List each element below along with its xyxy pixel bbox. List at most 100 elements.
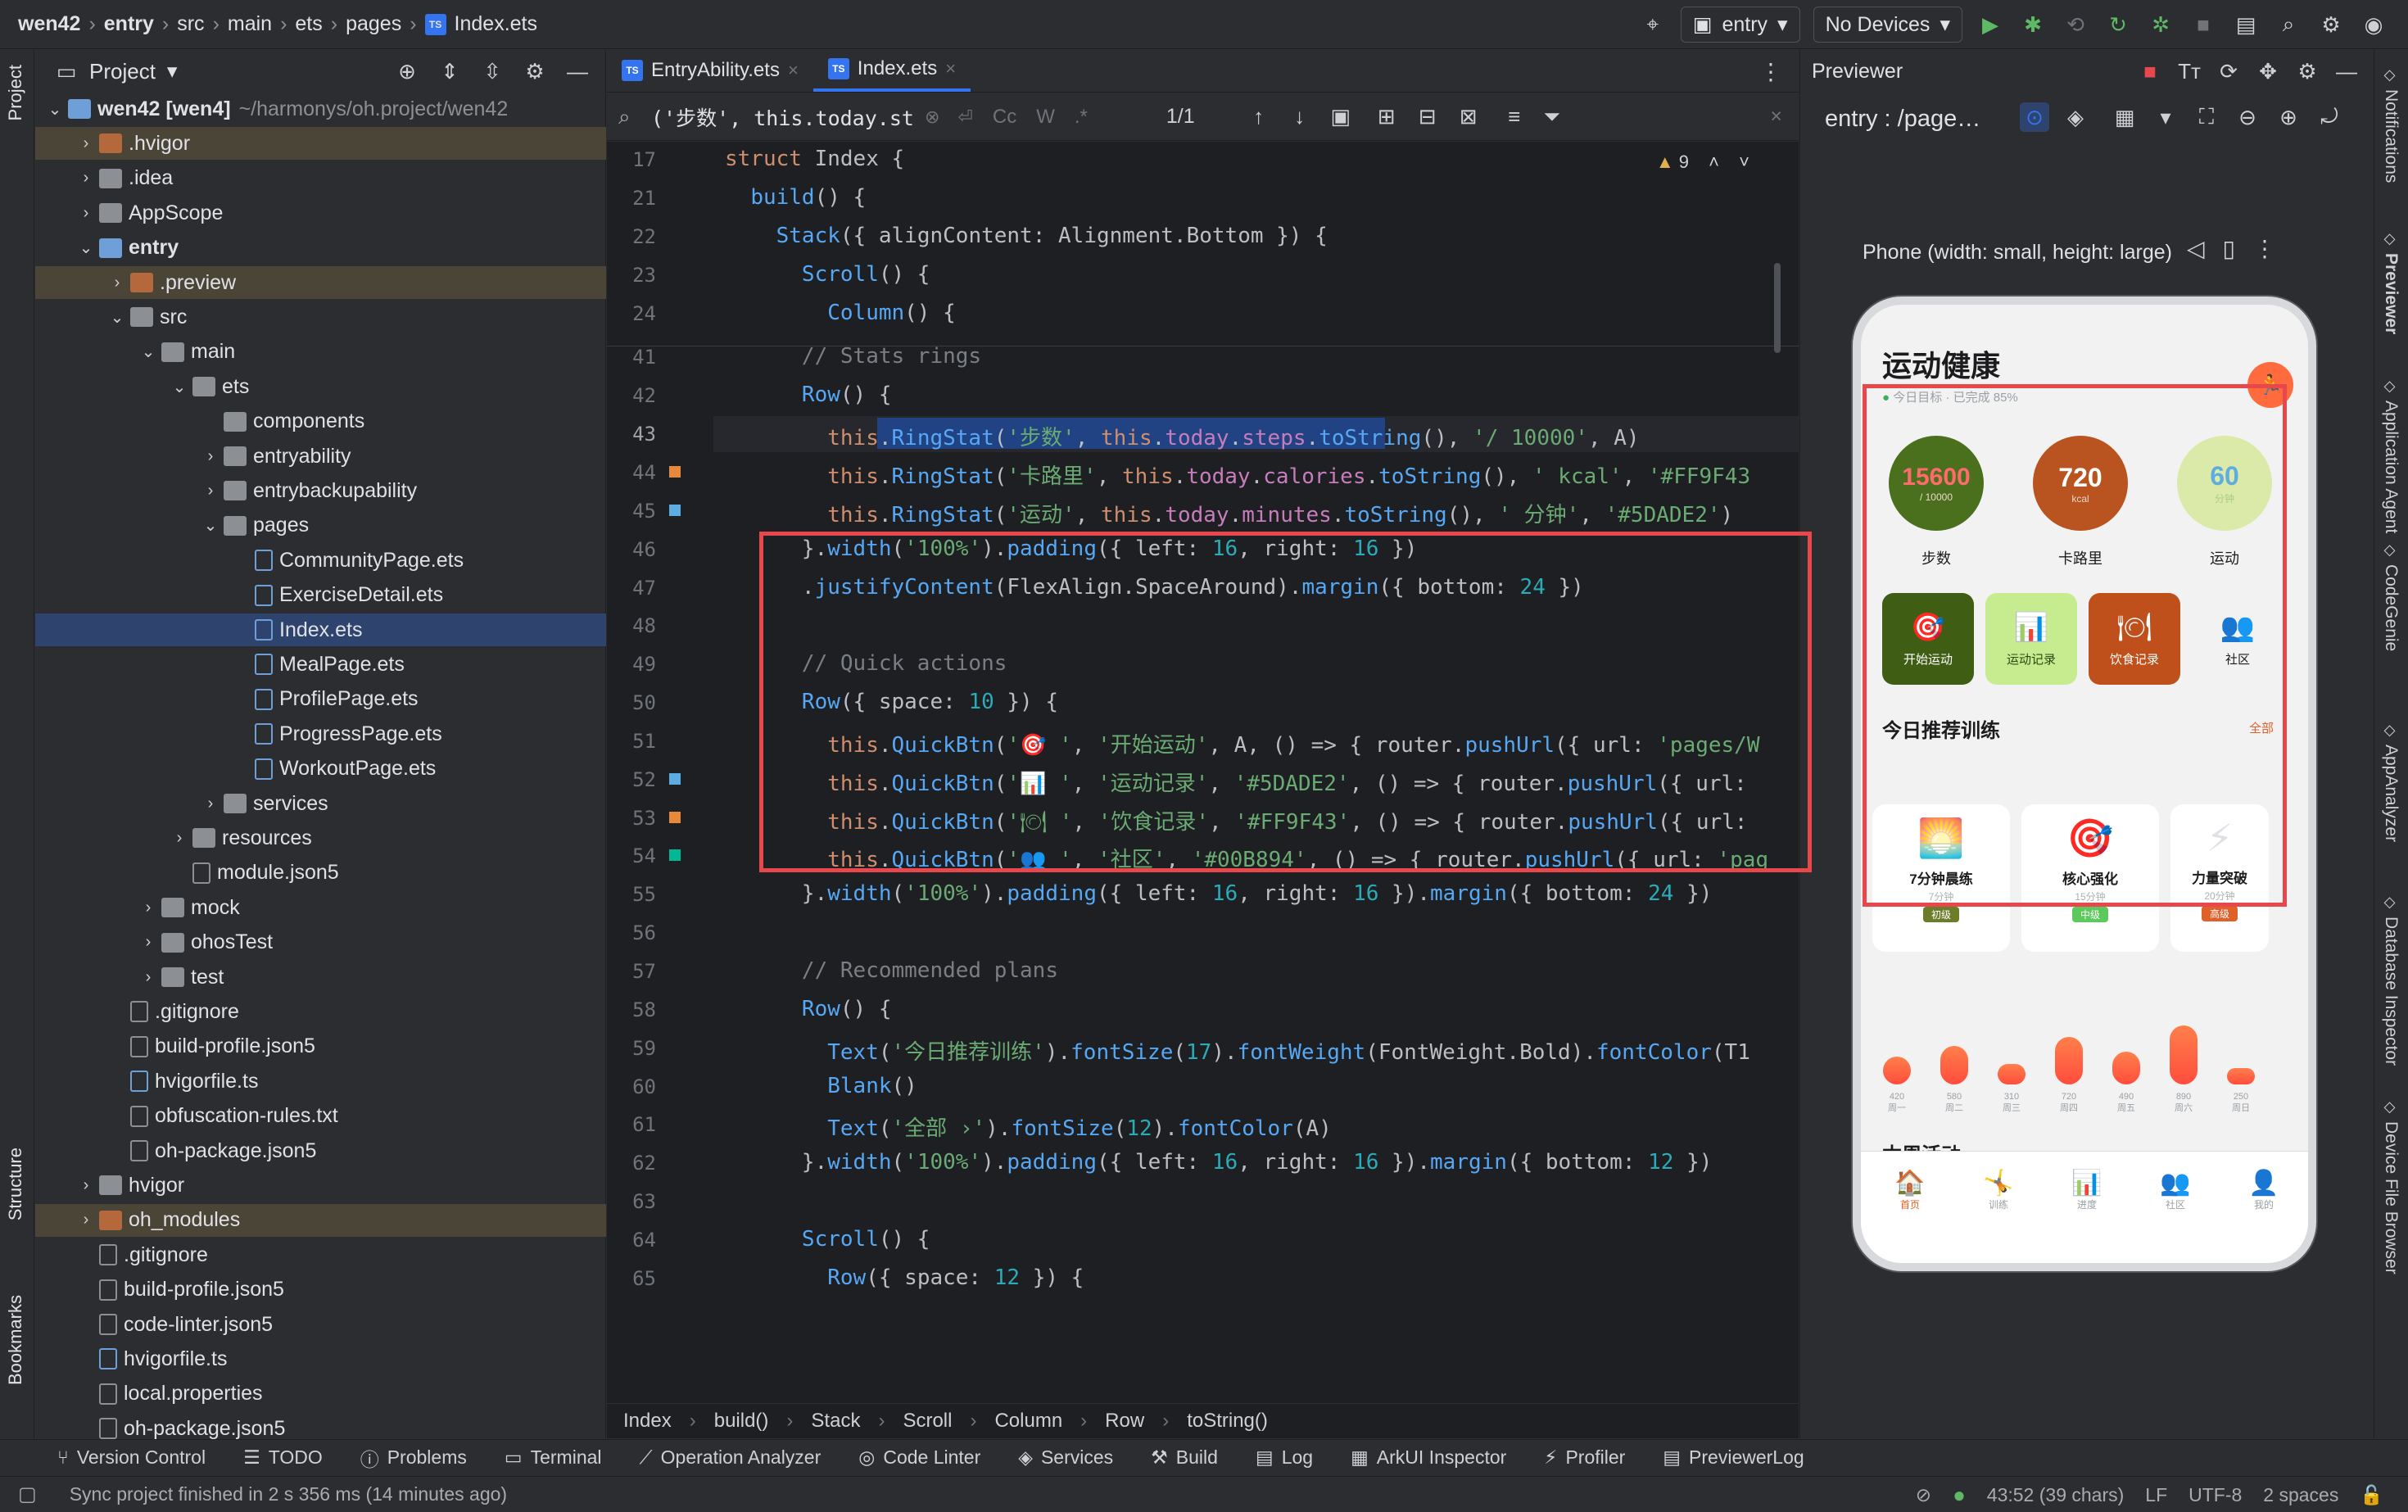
layout-icon[interactable]: ▢ <box>18 1483 37 1506</box>
tree-item[interactable]: oh-package.json5 <box>35 1134 606 1167</box>
stop-icon[interactable]: ■ <box>2188 10 2218 39</box>
arrow-up-icon[interactable]: ↑ <box>1244 102 1274 132</box>
regex-toggle[interactable]: .* <box>1075 106 1088 129</box>
target-icon[interactable]: ⌖ <box>1638 10 1668 39</box>
inspector-toggle-icon[interactable]: ⊙ <box>2020 102 2049 132</box>
code-line[interactable]: Row() { <box>725 997 892 1021</box>
tool-window-terminal[interactable]: ▭ Terminal <box>505 1446 602 1469</box>
chevron-right-icon[interactable]: › <box>76 1176 96 1195</box>
no-power-icon[interactable]: ⊘ <box>1916 1484 1931 1506</box>
hide-icon[interactable]: — <box>2332 57 2361 86</box>
code-line[interactable]: // Stats rings <box>725 344 981 369</box>
tab-bar-item[interactable]: 🤸 训练 <box>1966 1169 2031 1211</box>
tool-window-version-control[interactable]: ⑂ Version Control <box>57 1446 206 1469</box>
chevron-right-icon[interactable]: › <box>76 169 96 188</box>
chevron-down-icon[interactable]: ⌄ <box>107 307 127 328</box>
layers-icon[interactable]: ◈ <box>2061 102 2090 132</box>
close-icon[interactable]: × <box>1770 105 1782 129</box>
tree-item[interactable]: ⌄ entry <box>35 232 606 265</box>
more-icon[interactable]: ⋮ <box>2253 235 2276 262</box>
close-icon[interactable]: × <box>788 60 799 81</box>
code-crumb[interactable]: toString() <box>1187 1410 1268 1433</box>
tree-item[interactable]: code-linter.json5 <box>35 1308 606 1341</box>
rotate-icon[interactable]: ⤾ <box>2315 102 2344 132</box>
tool-tab-device-file-browser[interactable]: Device File Browser <box>2381 1121 2401 1274</box>
tree-item[interactable]: MealPage.ets <box>35 648 606 681</box>
scrollbar-thumb[interactable] <box>1774 263 1781 353</box>
new-line-icon[interactable]: ⏎ <box>957 106 972 128</box>
chevron-right-icon[interactable]: › <box>201 482 220 500</box>
arrow-down-icon[interactable]: ↓ <box>1285 102 1315 132</box>
zoom-in-icon[interactable]: ⊕ <box>2274 102 2303 132</box>
tool-window-operation-analyzer[interactable]: ⟋ Operation Analyzer <box>640 1446 822 1469</box>
zoom-out-icon[interactable]: ⊖ <box>2233 102 2262 132</box>
project-panel-title[interactable]: Project <box>89 59 156 84</box>
tree-item[interactable]: › ohosTest <box>35 926 606 959</box>
whole-words-toggle[interactable]: W <box>1036 106 1055 129</box>
back-icon[interactable]: ◁ <box>2187 235 2205 262</box>
crumb-ets[interactable]: ets <box>295 12 322 36</box>
code-line[interactable]: Text('全部 ›').fontSize(12).fontColor(A) <box>725 1111 1332 1142</box>
attach-icon[interactable]: ⟲ <box>2061 10 2090 39</box>
code-line[interactable]: this.RingStat('运动', this.today.minutes.t… <box>725 498 1733 528</box>
chevron-right-icon[interactable]: › <box>201 794 220 813</box>
stop-icon[interactable]: ■ <box>2135 57 2165 86</box>
chevron-right-icon[interactable]: › <box>138 968 158 987</box>
code-crumb[interactable]: Scroll <box>903 1410 952 1433</box>
find-input[interactable]: ('步数', this.today.steps.to <box>651 102 913 132</box>
tab-index[interactable]: TS Index.ets × <box>812 49 971 92</box>
run-icon[interactable]: ▶ <box>1976 10 2005 39</box>
clear-icon[interactable]: ⊗ <box>925 106 939 128</box>
tree-item[interactable]: CommunityPage.ets <box>35 544 606 577</box>
tree-item[interactable]: ProfilePage.ets <box>35 683 606 716</box>
hide-icon[interactable]: — <box>563 57 592 86</box>
tree-item[interactable]: › .hvigor <box>35 127 606 161</box>
tree-item[interactable]: › entrybackupability <box>35 474 606 507</box>
code-line[interactable]: this.RingStat('卡路里', this.today.calories… <box>725 459 1750 490</box>
debug-icon[interactable]: ✱ <box>2018 10 2048 39</box>
inspect-icon[interactable]: ✥ <box>2253 57 2283 86</box>
warnings-indicator[interactable]: ▲ 9 ˄ ˅ <box>1656 152 1749 173</box>
tree-item[interactable]: WorkoutPage.ets <box>35 753 606 785</box>
indent-setting[interactable]: 2 spaces <box>2263 1484 2338 1506</box>
locate-icon[interactable]: ⊕ <box>392 57 422 86</box>
code-line[interactable]: Row({ space: 12 }) { <box>725 1265 1084 1290</box>
chevron-down-icon[interactable]: ▾ <box>2151 102 2180 132</box>
tool-window-profiler[interactable]: ⚡ Profiler <box>1544 1446 1625 1469</box>
tab-bar-item[interactable]: 📊 进度 <box>2054 1169 2120 1211</box>
crumb-src[interactable]: src <box>177 12 204 36</box>
crumb-pages[interactable]: pages <box>346 12 401 36</box>
apply-changes-icon[interactable]: ↻ <box>2103 10 2133 39</box>
code-line[interactable]: }.width('100%').padding({ left: 16, righ… <box>725 1150 1713 1175</box>
tool-window-build[interactable]: ⚒ Build <box>1151 1446 1218 1469</box>
profile-icon[interactable]: ✲ <box>2146 10 2175 39</box>
select-all-icon[interactable]: ▣ <box>1326 102 1356 132</box>
chevron-right-icon[interactable]: › <box>76 204 96 223</box>
match-case-toggle[interactable]: Cc <box>993 106 1016 129</box>
fit-icon[interactable]: ⛶ <box>2192 102 2221 132</box>
code-line[interactable]: Row() { <box>725 383 892 407</box>
code-line[interactable]: Text('今日推荐训练').fontSize(17).fontWeight(F… <box>725 1035 1750 1066</box>
options-icon[interactable]: ≡ <box>1500 102 1529 132</box>
chevron-down-icon[interactable]: ⌄ <box>76 238 96 258</box>
settings-icon[interactable]: ⚙ <box>2293 57 2322 86</box>
tool-window-log[interactable]: ▤ Log <box>1256 1446 1313 1469</box>
previewer-page-path[interactable]: entry : /page… <box>1825 106 1980 133</box>
code-line[interactable]: Scroll() { <box>725 1227 930 1252</box>
chevron-right-icon[interactable]: › <box>107 274 127 292</box>
remove-occurrence-icon[interactable]: ⊟ <box>1413 102 1442 132</box>
chevron-down-icon[interactable]: ⌄ <box>45 99 65 120</box>
structure-tool-tab[interactable]: Structure <box>5 1148 26 1220</box>
grid-icon[interactable]: ▦ <box>2110 102 2139 132</box>
tree-item[interactable]: ExerciseDetail.ets <box>35 579 606 612</box>
code-crumb[interactable]: Column <box>994 1410 1062 1433</box>
tree-item[interactable]: build-profile.json5 <box>35 1274 606 1306</box>
chevron-down-icon[interactable]: ⌄ <box>138 342 158 362</box>
module-dropdown[interactable]: ▣ entry ▾ <box>1680 7 1800 43</box>
cursor-position[interactable]: 43:52 (39 chars) <box>1987 1484 2124 1506</box>
chevron-up-icon[interactable]: ˄ <box>1709 152 1719 172</box>
code-line[interactable]: Column() { <box>725 301 956 325</box>
code-crumb[interactable]: Index <box>623 1410 672 1433</box>
status-message[interactable]: Sync project finished in 2 s 356 ms (14 … <box>70 1483 507 1505</box>
code-line[interactable]: struct Index { <box>725 147 904 171</box>
